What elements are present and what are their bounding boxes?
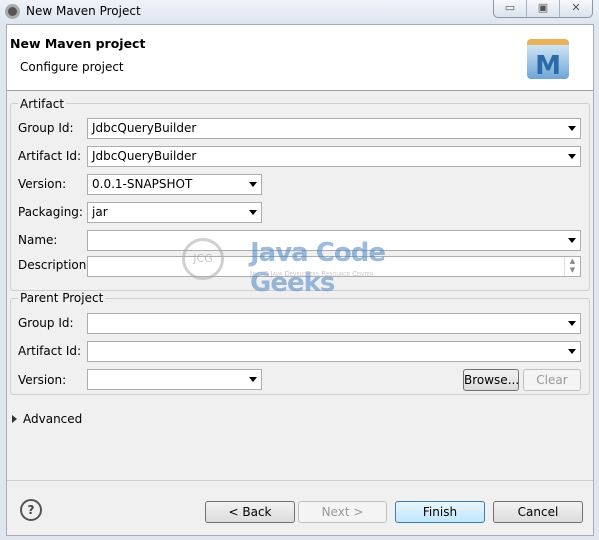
group-id-label: Group Id: (18, 121, 74, 135)
chevron-down-icon (568, 126, 576, 131)
window-title: New Maven Project (26, 4, 141, 18)
next-button[interactable]: Next > (298, 501, 387, 523)
packaging-label: Packaging: (18, 205, 83, 219)
cancel-button[interactable]: Cancel (493, 501, 583, 523)
expand-arrow-icon (12, 415, 17, 423)
parent-artifact-id-label: Artifact Id: (18, 344, 82, 358)
maximize-button[interactable]: ▣ (527, 0, 560, 17)
browse-button[interactable]: Browse... (463, 369, 519, 391)
advanced-label: Advanced (23, 412, 83, 426)
back-button[interactable]: < Back (205, 501, 295, 523)
group-id-combo[interactable]: JdbcQueryBuilder (87, 118, 581, 139)
parent-version-combo[interactable] (87, 369, 262, 390)
advanced-toggle[interactable]: Advanced (12, 412, 82, 426)
group-id-value: JdbcQueryBuilder (92, 121, 197, 135)
description-textarea[interactable]: ▲ ▼ (87, 256, 581, 277)
parent-artifact-id-combo[interactable] (87, 341, 581, 362)
maven-logo-icon: M (527, 39, 569, 81)
artifact-id-label: Artifact Id: (18, 149, 82, 163)
separator (7, 480, 593, 481)
chevron-down-icon (568, 238, 576, 243)
scrollbar[interactable]: ▲ ▼ (564, 257, 580, 276)
finish-button[interactable]: Finish (395, 501, 485, 523)
page-title: New Maven project (10, 36, 146, 51)
parent-group-id-label: Group Id: (18, 316, 74, 330)
minimize-button[interactable]: ▭ (494, 0, 527, 17)
chevron-down-icon (568, 349, 576, 354)
name-label: Name: (18, 233, 58, 247)
parent-group-label: Parent Project (18, 291, 106, 305)
artifact-group-label: Artifact (18, 97, 67, 111)
version-label: Version: (18, 177, 67, 191)
chevron-down-icon (568, 321, 576, 326)
name-combo[interactable] (87, 230, 581, 251)
dialog: New Maven project Configure project M Ar… (6, 24, 594, 536)
chevron-down-icon (568, 154, 576, 159)
artifact-id-value: JdbcQueryBuilder (92, 149, 197, 163)
parent-group-id-combo[interactable] (87, 313, 581, 334)
version-value: 0.0.1-SNAPSHOT (92, 177, 193, 191)
description-label: Description: (18, 258, 91, 272)
artifact-id-combo[interactable]: JdbcQueryBuilder (87, 146, 581, 167)
window-controls: ▭ ▣ ✕ (493, 0, 593, 18)
page-subtitle: Configure project (20, 60, 124, 74)
chevron-down-icon (249, 377, 257, 382)
help-icon[interactable]: ? (20, 499, 42, 521)
clear-button[interactable]: Clear (523, 369, 581, 391)
close-button[interactable]: ✕ (560, 0, 592, 17)
parent-version-label: Version: (18, 373, 67, 387)
wizard-header: New Maven project Configure project M (7, 25, 593, 91)
packaging-value: jar (92, 205, 108, 219)
chevron-down-icon (249, 210, 257, 215)
version-combo[interactable]: 0.0.1-SNAPSHOT (87, 174, 262, 195)
eclipse-app-icon (5, 4, 20, 19)
title-bar: New Maven Project ▭ ▣ ✕ (0, 0, 599, 24)
chevron-down-icon (249, 182, 257, 187)
packaging-combo[interactable]: jar (87, 202, 262, 223)
